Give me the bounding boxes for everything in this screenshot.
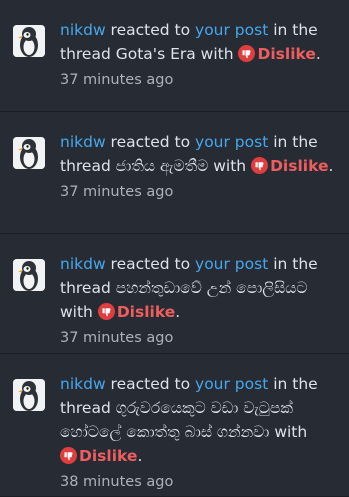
alert-text: nikdw reacted to your post in the thread…	[60, 130, 339, 181]
alert-time: 37 minutes ago	[60, 184, 174, 200]
thumbs-down-icon	[238, 45, 256, 69]
avatar[interactable]	[13, 25, 45, 57]
reaction-label: Dislike	[270, 157, 329, 175]
reaction: Dislike	[238, 45, 316, 63]
alert-item[interactable]: nikdw reacted to your post in the thread…	[0, 112, 349, 234]
alert-time: 38 minutes ago	[60, 474, 174, 490]
reaction: Dislike	[251, 157, 329, 175]
reaction-label: Dislike	[79, 447, 138, 465]
alert-phrase: reacted to	[105, 375, 196, 393]
alert-time: 37 minutes ago	[60, 72, 174, 88]
thumbs-down-icon	[97, 303, 115, 327]
alert-end: .	[328, 157, 334, 175]
alert-phrase: reacted to	[105, 21, 196, 39]
alert-item[interactable]: nikdw reacted to your post in the thread…	[0, 0, 349, 112]
reaction: Dislike	[97, 303, 176, 321]
reaction-label: Dislike	[116, 303, 176, 321]
post-link[interactable]: your post	[195, 255, 268, 273]
reaction: Dislike	[60, 447, 137, 465]
alert-list: nikdw reacted to your post in the thread…	[0, 0, 349, 497]
alert-end: .	[315, 45, 321, 63]
avatar[interactable]	[13, 259, 45, 291]
avatar[interactable]	[13, 137, 45, 169]
alert-end: .	[137, 447, 143, 465]
user-link[interactable]: nikdw	[60, 133, 106, 151]
user-link[interactable]: nikdw	[60, 255, 106, 273]
thumbs-down-icon	[60, 447, 77, 471]
alert-phrase: reacted to	[105, 133, 196, 151]
alert-end: .	[175, 303, 181, 321]
alert-time: 37 minutes ago	[60, 330, 174, 346]
user-link[interactable]: nikdw	[60, 21, 106, 39]
alert-text: nikdw reacted to your post in the thread…	[60, 252, 339, 327]
alert-item[interactable]: nikdw reacted to your post in the thread…	[0, 354, 349, 497]
post-link[interactable]: your post	[195, 375, 268, 393]
alert-text: nikdw reacted to your post in the thread…	[60, 18, 339, 69]
alert-text: nikdw reacted to your post in the thread…	[60, 372, 339, 471]
reaction-label: Dislike	[257, 45, 316, 63]
post-link[interactable]: your post	[195, 133, 268, 151]
thumbs-down-icon	[251, 157, 269, 181]
alert-phrase: reacted to	[105, 255, 196, 273]
avatar[interactable]	[13, 379, 45, 411]
alert-item[interactable]: nikdw reacted to your post in the thread…	[0, 234, 349, 354]
user-link[interactable]: nikdw	[60, 375, 106, 393]
post-link[interactable]: your post	[195, 21, 268, 39]
